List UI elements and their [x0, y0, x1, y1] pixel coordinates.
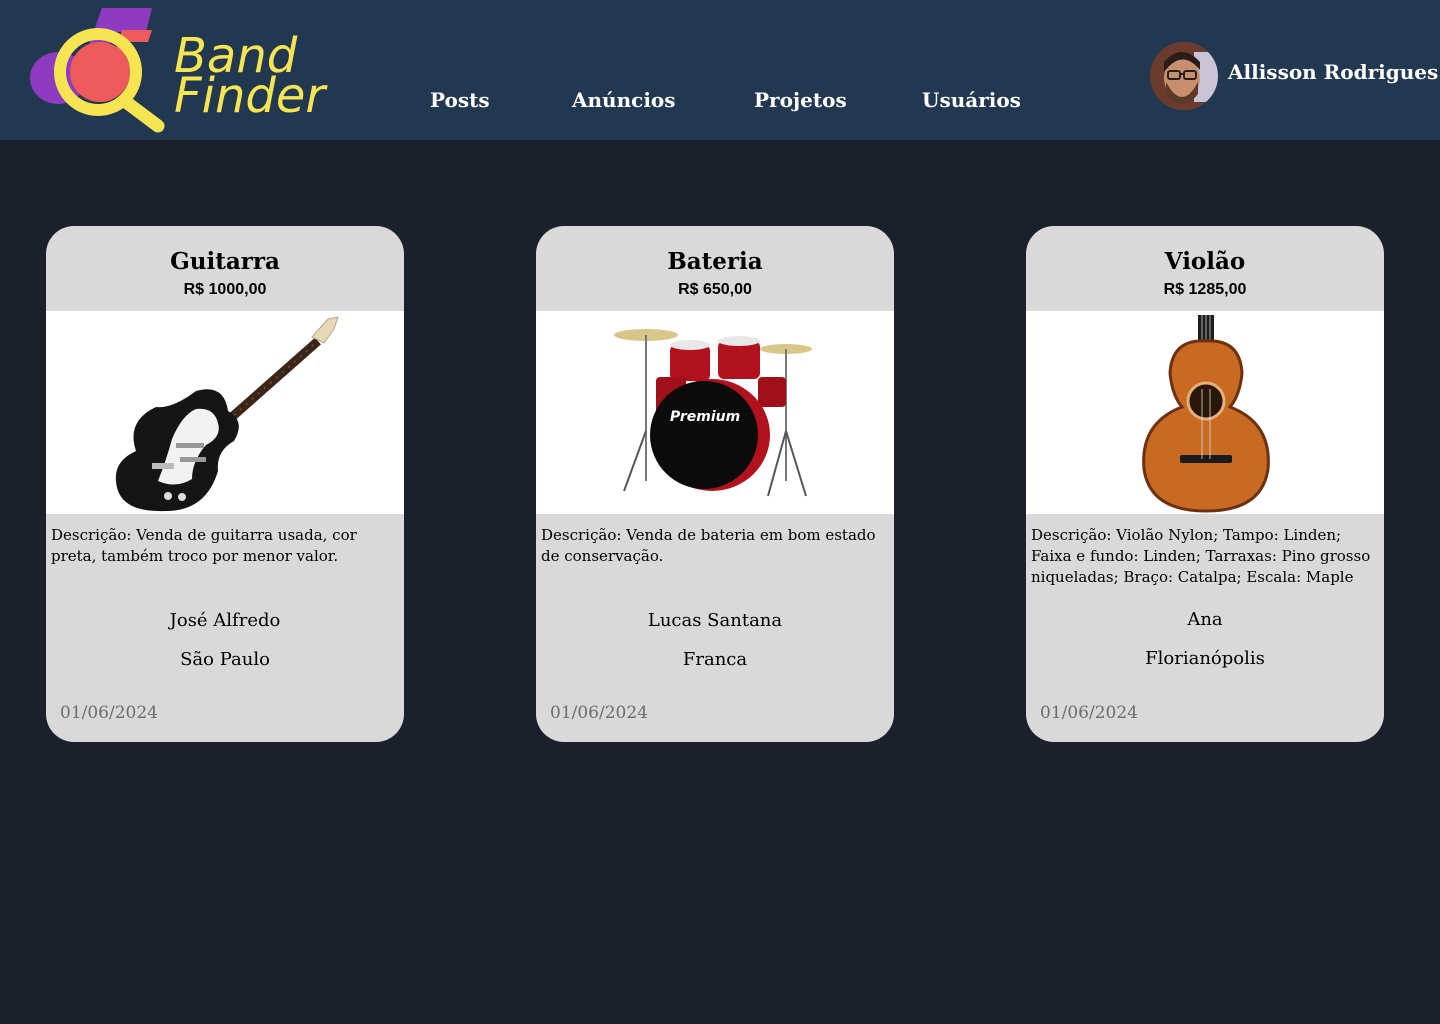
listing-title: Violão — [1164, 248, 1246, 275]
listing-date: 01/06/2024 — [550, 703, 648, 723]
listing-seller: José Alfredo — [169, 610, 281, 631]
nav-anuncios[interactable]: Anúncios — [572, 88, 676, 112]
logo-line-finder: Finder — [174, 68, 326, 124]
listing-seller: Ana — [1187, 609, 1223, 630]
listing-card-violao[interactable]: Violão R$ 1285,00 Descrição: Violão Nylo… — [1026, 226, 1384, 742]
user-name[interactable]: Allisson Rodrigues — [1228, 60, 1438, 84]
listing-title: Guitarra — [170, 248, 280, 275]
listing-date: 01/06/2024 — [60, 703, 158, 723]
listing-price: R$ 650,00 — [678, 281, 752, 298]
avatar[interactable] — [1150, 42, 1218, 110]
nav-usuarios[interactable]: Usuários — [922, 88, 1021, 112]
listing-price: R$ 1000,00 — [183, 281, 267, 298]
listing-image[interactable] — [46, 311, 404, 514]
listing-description: Descrição: Violão Nylon; Tampo: Linden; … — [1031, 526, 1371, 586]
listing-city: Florianópolis — [1145, 648, 1265, 669]
listing-seller: Lucas Santana — [647, 610, 783, 631]
logo-text: Band Finder — [174, 32, 326, 124]
acoustic-guitar-icon — [1142, 315, 1270, 513]
drum-brand-text: Premium — [670, 409, 740, 425]
electric-guitar-icon — [115, 316, 339, 512]
listing-card-guitarra[interactable]: Guitarra R$ 1000,00 Descrição: Venda de … — [46, 226, 404, 742]
listing-date: 01/06/2024 — [1040, 703, 1138, 723]
nav-posts[interactable]: Posts — [430, 88, 490, 112]
listing-image[interactable]: Premium — [536, 311, 894, 514]
nav-projetos[interactable]: Projetos — [754, 88, 847, 112]
listing-description: Descrição: Venda de bateria em bom estad… — [541, 526, 876, 565]
band-finder-logo[interactable]: Band Finder — [18, 6, 325, 136]
top-header: Band Finder Posts Anúncios Projetos Usuá… — [0, 0, 1440, 140]
listing-description: Descrição: Venda de guitarra usada, cor … — [51, 526, 357, 565]
listing-card-bateria[interactable]: Bateria R$ 650,00 Premium Descrição: Ven… — [536, 226, 894, 742]
drum-kit-icon: Premium — [614, 329, 812, 497]
listing-price: R$ 1285,00 — [1163, 281, 1247, 298]
listing-city: Franca — [682, 649, 748, 670]
listing-city: São Paulo — [180, 649, 270, 670]
user-avatar-icon — [1150, 42, 1218, 110]
listing-image[interactable] — [1026, 311, 1384, 514]
listing-title: Bateria — [667, 248, 763, 275]
